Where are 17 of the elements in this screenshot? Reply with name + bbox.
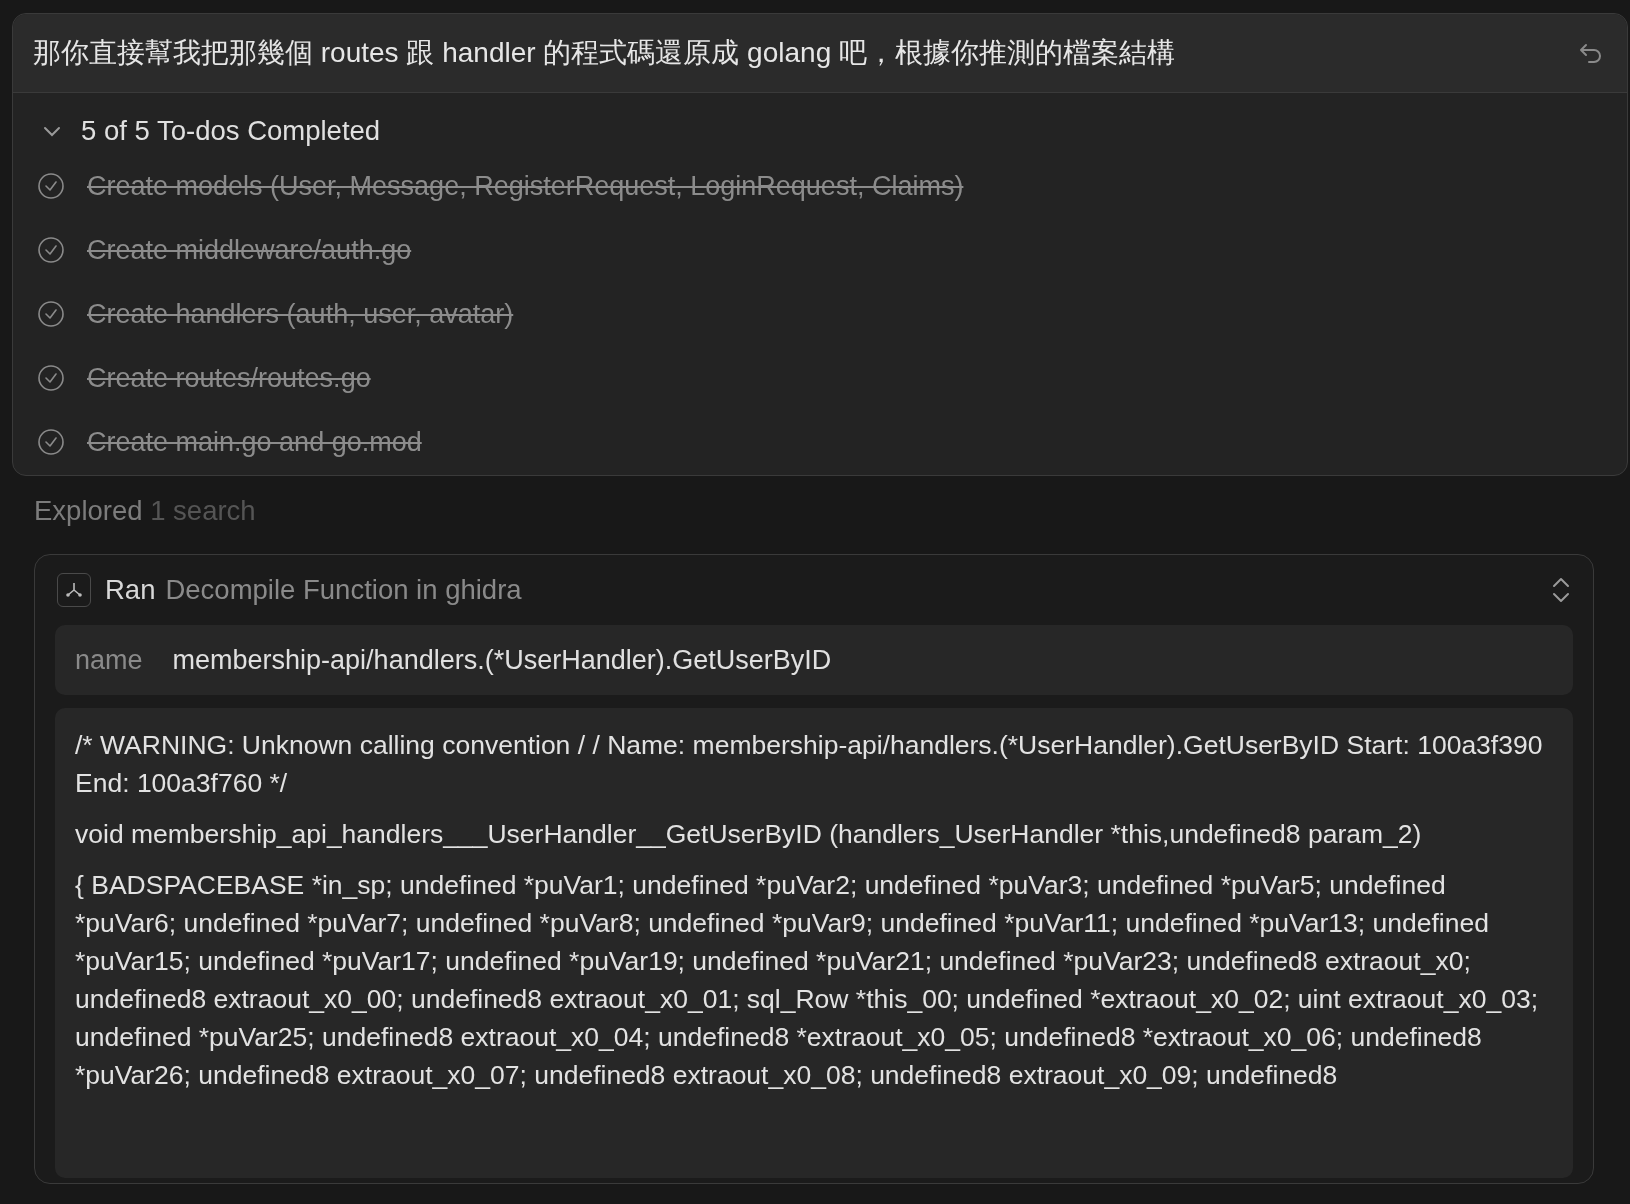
output-paragraph: /* WARNING: Unknown calling convention / / Name: membership-api/handlers.(*UserHandler).GetUserByID Start: 100a3f390 End: 100a3f760 */ [75,729,1544,800]
parameter-name: name [75,644,143,676]
todo-item-text: Create handlers (auth, user, avatar) [87,299,514,329]
todo-item-text: Create models (User, Message, RegisterRequest, LoginRequest, Claims) [87,171,964,201]
todo-item-text: Create routes/routes.go [87,363,371,393]
todo-item-text: Create middleware/auth.go [87,235,412,265]
tool-title: Decompile Function in ghidra [165,574,522,606]
parameter-value: membership-api/handlers.(*UserHandler).GetUserByID [172,644,832,676]
output-paragraph: void membership_api_handlers___UserHandler__GetUserByID (handlers_UserHandler *this,undefined8 param_2) [75,818,1423,851]
todo-item-text: Create main.go and go.mod [87,427,422,457]
todo-summary[interactable]: 5 of 5 To-dos Completed [13,93,1627,147]
prompt-text: 那你直接幫我把那幾個 routes 跟 handler 的程式碼還原成 golang 吧，根據你推測的檔案結構 [33,36,1175,70]
output-paragraph: { BADSPACEBASE *in_sp; undefined *puVar1; undefined *puVar2; undefined *puVar3; undefined *puVar5; undefined *puVar6; undefined *puVar7; undefined *puVar8; undefined *puVar9; undefined *puVar11; undefined *puVar13; undefined *puVar15; undefined *puVar17; undefined *puVar19; undefined *puVar21; undefined *puVar23; undefined8 extraout_x0; undefined8 extraout_x0_00; undefined8 extraout_x0_01; sql_Row *this_00; undefined *extraout_x0_02; uint extraout_x0_03; undefined *puVar25; undefined8 extraout_x0_04; undefined8 *extraout_x0_05; undefined8 *extraout_x0_06; undefined8 *puVar26; undefined8 extraout_x0_07; undefined8 extraout_x0_08; undefined8 extraout_x0_09; undefined8 [75,869,1539,1092]
tool-icon [57,573,91,607]
explored-count: 1 search [150,495,256,527]
tool-verb: Ran [105,574,156,606]
explored-label: Explored [34,495,144,527]
